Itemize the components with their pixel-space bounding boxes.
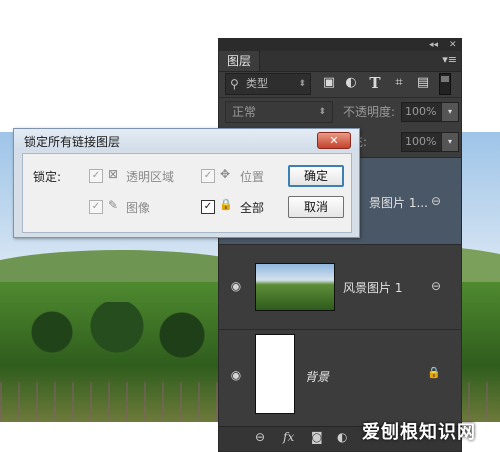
lock-label: 锁定: (33, 170, 62, 184)
cancel-button[interactable]: 取消 (288, 196, 344, 218)
transparency-checkbox[interactable]: ✓ (89, 169, 103, 183)
dialog-title: 锁定所有链接图层 (24, 135, 121, 149)
visibility-eye-icon[interactable]: ◉ (227, 368, 245, 382)
filter-toggle[interactable] (439, 73, 451, 95)
filter-row: ⚲ 类型 ⬍ ▣ ◐ T ⌗ ▤ (225, 73, 453, 95)
link-layers-icon[interactable]: ⊖ (255, 430, 265, 444)
lock-icon: 🔒 (427, 366, 441, 379)
lock-icon: 🔒 (219, 198, 233, 211)
divider (219, 97, 461, 98)
blend-mode-value: 正常 (232, 105, 257, 119)
layers-panel: ◂◂ ✕ 图层 ▾≡ ⚲ 类型 ⬍ ▣ ◐ T ⌗ ▤ 正常 ⬍ 不透明度: 1… (218, 38, 462, 452)
image-icon[interactable]: ▣ (321, 75, 337, 91)
tab-layers[interactable]: 图层 (219, 51, 261, 71)
transparency-label: 透明区域 (126, 170, 175, 184)
link-icon: ⊖ (430, 279, 441, 293)
layer-row[interactable]: ◉ 风景图片 1 ⊖ (219, 244, 461, 329)
fill-input[interactable]: 100% (401, 132, 442, 152)
layer-row[interactable]: ◉ 背景 🔒 (219, 329, 461, 420)
opacity-input[interactable]: 100% (401, 102, 442, 122)
blend-mode-select[interactable]: 正常 ⬍ (225, 101, 333, 123)
layer-thumbnail (255, 263, 335, 311)
visibility-eye-icon[interactable]: ◉ (227, 279, 245, 293)
fx-icon[interactable]: fx (283, 430, 294, 444)
opacity-label: 不透明度: (343, 105, 396, 119)
position-label: 位置 (240, 170, 265, 184)
filter-kind-label: 类型 (246, 77, 268, 90)
adjustment-icon[interactable]: ◐ (343, 75, 359, 91)
watermark-text: 爱刨根知识网 (362, 422, 476, 443)
move-icon: ✥ (220, 167, 231, 181)
fill-dropdown-button[interactable]: ▾ (441, 132, 459, 152)
smart-object-icon[interactable]: ▤ (415, 75, 431, 91)
chevron-updown-icon: ⬍ (318, 107, 326, 117)
panel-topbar: ◂◂ ✕ (219, 39, 461, 51)
dialog-titlebar: 锁定所有链接图层 ✕ (14, 129, 359, 151)
lock-linked-layers-dialog: 锁定所有链接图层 ✕ 锁定: ✓ ⊠ 透明区域 ✓ ✥ 位置 ✓ ✎ 图像 ✓ … (13, 128, 360, 238)
panel-tab-bar: 图层 ▾≡ (219, 51, 461, 72)
position-checkbox[interactable]: ✓ (201, 169, 215, 183)
dialog-body: 锁定: ✓ ⊠ 透明区域 ✓ ✥ 位置 ✓ ✎ 图像 ✓ 🔒 全部 确定 取消 (22, 153, 352, 233)
all-label: 全部 (240, 201, 265, 215)
search-icon: ⚲ (230, 77, 239, 91)
link-icon: ⊖ (430, 194, 441, 208)
chevron-updown-icon: ⬍ (298, 79, 306, 89)
collapse-icon[interactable]: ◂◂ (429, 39, 438, 51)
blend-row: 正常 ⬍ 不透明度: 100% ▾ (225, 101, 459, 123)
adjustment-layer-icon[interactable]: ◐ (337, 430, 347, 444)
opacity-dropdown-button[interactable]: ▾ (441, 102, 459, 122)
type-icon[interactable]: T (367, 75, 383, 91)
close-button[interactable]: ✕ (317, 132, 351, 149)
layer-name: 风景图片 1 (343, 281, 403, 295)
transparency-icon: ⊠ (108, 167, 119, 181)
shape-icon[interactable]: ⌗ (391, 75, 407, 91)
layer-name: 背景 (305, 370, 330, 384)
filter-kind-select[interactable]: ⚲ 类型 ⬍ (225, 73, 311, 95)
panel-menu-icon[interactable]: ▾≡ (442, 53, 457, 66)
brush-icon: ✎ (108, 198, 119, 212)
image-label: 图像 (126, 201, 151, 215)
layer-name: 景图片 1... (369, 196, 428, 210)
mask-icon[interactable]: ◙ (311, 430, 323, 444)
ok-button[interactable]: 确定 (288, 165, 344, 187)
image-checkbox[interactable]: ✓ (89, 200, 103, 214)
close-icon[interactable]: ✕ (449, 39, 457, 51)
all-checkbox[interactable]: ✓ (201, 200, 215, 214)
layer-thumbnail (255, 334, 295, 414)
